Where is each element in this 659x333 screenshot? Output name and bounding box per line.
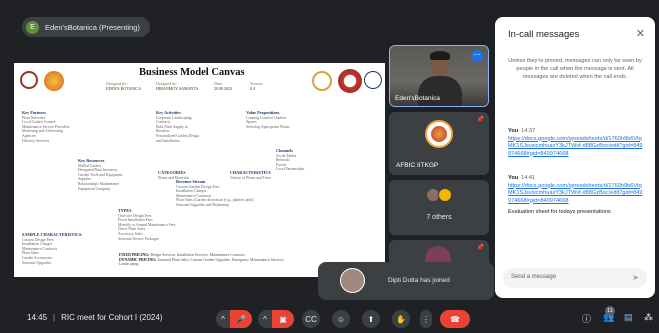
more-icon[interactable]: ⋮ (420, 310, 432, 328)
value-propositions-section: Value Propositions Creating Comfort Outdo… (246, 110, 290, 129)
mic-options-button[interactable]: ^ (216, 310, 230, 328)
channels-section: Channels Social Media Referrals Events Lo… (276, 148, 305, 172)
send-icon[interactable]: ➤ (632, 273, 639, 282)
key-resources-section: Key Resources Skilled Garden Designers/Pl… (78, 158, 123, 191)
others-count-label: 7 others (426, 214, 452, 221)
message-text: Evaluation sheet for todays presentation… (508, 209, 611, 215)
key-activities-section: Key Activities Corporate Landscaping Cont… (156, 110, 200, 143)
bottom-control-bar: 14:45 | RIC meet for Cohort I (2024) ^ 🎤 ^… (0, 305, 659, 333)
key-partners-section: Key Partners Plant Nurseries Local Garden… (22, 110, 70, 143)
captions-icon[interactable]: CC (302, 310, 320, 328)
revenue-stream-section: Revenue Stream Custom Garden Design Fees … (176, 179, 254, 207)
mic-off-icon[interactable]: 🎤 (230, 310, 252, 328)
panel-title: In-call messages (508, 29, 580, 40)
pricing-section: FIXED PRICING: Design Services, Installa… (119, 253, 285, 267)
avatar (340, 268, 365, 293)
slide-meta-date: Date: 20.08.2023 (214, 81, 232, 91)
meet-window: E Eden'sBotanica (Presenting) Business M… (0, 0, 659, 333)
pin-icon[interactable]: 📌 (477, 116, 484, 123)
activities-icon[interactable]: ⁂ (644, 312, 653, 323)
presenter-chip[interactable]: E Eden'sBotanica (Presenting) (22, 17, 150, 37)
slide-meta-designed-by: Designed by: HIRANMOY SAMANTA (156, 81, 199, 91)
iit-logo-icon (20, 71, 38, 89)
sample-characteristics-section: SAMPLE CHARACTERISTICS: Custom Design Fee… (22, 232, 83, 265)
person-hair (430, 51, 450, 60)
more-options-icon[interactable]: ⋯ (471, 50, 483, 62)
message-time: 14:41 (521, 175, 536, 181)
participant-tile-others[interactable]: 7 others (389, 180, 489, 235)
raise-hand-icon[interactable]: ✋ (392, 310, 410, 328)
clock-time: 14:45 (27, 313, 48, 322)
send-message-placeholder: Send a message (511, 274, 557, 280)
afbic-avatar-icon (425, 120, 453, 148)
presenter-avatar: E (26, 20, 39, 34)
present-icon[interactable]: ⬆ (362, 310, 380, 328)
person-body (418, 76, 462, 106)
presented-slide: Business Model Canvas Designed for: EDEN'… (14, 63, 385, 277)
avatar (438, 188, 452, 202)
message-time: 14:37 (521, 128, 536, 134)
meeting-info: 14:45 | RIC meet for Cohort I (2024) (27, 313, 163, 322)
send-message-input[interactable]: Send a message ➤ (503, 268, 647, 288)
slide-meta-designed-for: Designed for: EDEN'S BOTANICA (106, 81, 141, 91)
pin-icon[interactable]: 📌 (477, 244, 484, 251)
messages-notice: Unless they're pinned, messages can only… (508, 58, 642, 80)
participant-name: Eden'sBotanica (395, 95, 440, 102)
close-icon[interactable]: ✕ (636, 27, 645, 40)
meeting-title: RIC meet for Cohort I (2024) (61, 313, 163, 322)
presenter-label: Eden'sBotanica (Presenting) (45, 22, 140, 32)
afbic-logo-icon (44, 71, 64, 91)
participant-tile-edens-botanica[interactable]: ⋯ Eden'sBotanica (389, 45, 489, 107)
chat-message: You 14:41 https://docs.google.com/spreads… (508, 175, 645, 217)
participant-tile-afbic[interactable]: 📌 AFBIC IITKGP (389, 112, 489, 175)
message-sender: You (508, 128, 519, 134)
message-link[interactable]: https://docs.google.com/spreadsheets/d/1… (508, 183, 645, 206)
in-call-messages-panel: In-call messages ✕ Unless they're pinned… (495, 17, 655, 298)
edens-logo-icon (338, 69, 362, 93)
message-link[interactable]: https://docs.google.com/spreadsheets/d/1… (508, 136, 645, 159)
slide-title: Business Model Canvas (139, 67, 245, 78)
message-sender: You (508, 175, 519, 181)
info-icon[interactable]: ⓘ (582, 312, 591, 325)
chat-icon[interactable]: ▤ (624, 312, 633, 323)
characteristics-section: CHARACTERISTICS Variety of Plants and Tre… (230, 170, 271, 180)
camera-options-button[interactable]: ^ (258, 310, 272, 328)
seal-logo-icon (312, 71, 332, 91)
join-notification-text: Dipti Dutta has joined (388, 277, 450, 284)
slide-meta-version: Version: 0.4 (250, 81, 264, 91)
chat-message: You 14:37 https://docs.google.com/spreads… (508, 128, 645, 158)
ric-logo-icon (364, 71, 382, 89)
join-notification: Dipti Dutta has joined (318, 262, 494, 300)
end-call-icon[interactable]: ☎ (440, 310, 470, 328)
camera-off-icon[interactable]: ▣ (272, 310, 294, 328)
participant-name: AFBIC IITKGP (396, 162, 439, 169)
participant-count-badge: 11 (605, 306, 615, 316)
types-section: TYPES Own-site Design Fees Fixed Installa… (118, 208, 176, 241)
emoji-icon[interactable]: ☺ (332, 310, 350, 328)
